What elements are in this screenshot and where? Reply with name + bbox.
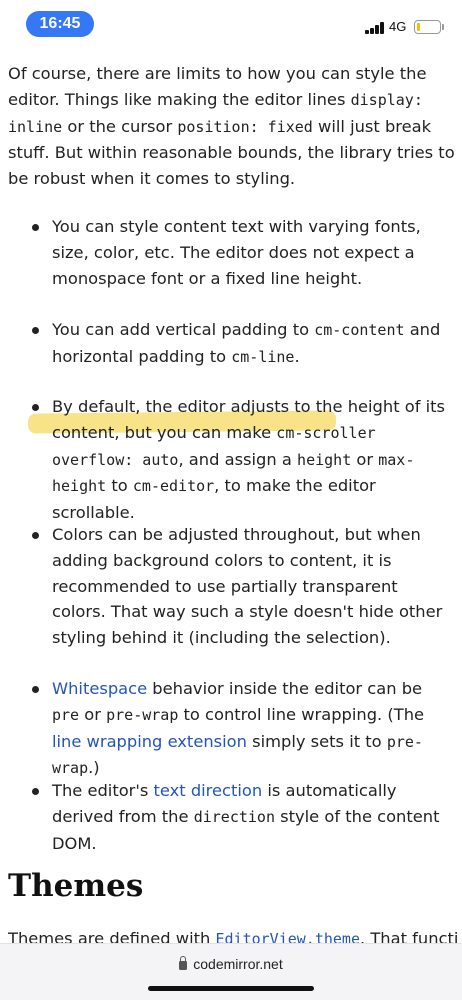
signal-icon: [365, 22, 385, 34]
status-time: 16:45: [26, 11, 94, 37]
inline-code: height: [297, 450, 352, 469]
list-item: You can add vertical padding to cm-conte…: [32, 317, 452, 371]
battery-tip-icon: [442, 24, 444, 30]
status-bar: 16:45 4G: [0, 0, 462, 52]
inline-code: direction: [193, 807, 275, 826]
url-text: codemirror.net: [193, 956, 283, 972]
list-item: The editor's text direction is automatic…: [32, 778, 452, 856]
inline-code: cm-line: [231, 347, 295, 366]
inline-code: cm-scroller: [276, 423, 376, 442]
list-item: Colors can be adjusted throughout, but w…: [32, 522, 452, 651]
list-item: You can style content text with varying …: [32, 214, 452, 291]
url-bar[interactable]: codemirror.net: [0, 943, 462, 1000]
list-item: Whitespace behavior inside the editor ca…: [32, 676, 452, 782]
inline-code: cm-content: [314, 321, 405, 339]
battery-level: [417, 23, 420, 31]
text-direction-link[interactable]: text direction: [154, 781, 263, 800]
home-indicator[interactable]: [148, 986, 314, 991]
inline-code: pre: [52, 705, 80, 724]
intro-paragraph: Of course, there are limits to how you c…: [8, 64, 455, 189]
whitespace-link[interactable]: Whitespace: [52, 679, 147, 698]
lock-icon: [179, 956, 188, 970]
url-display[interactable]: codemirror.net: [0, 956, 462, 972]
inline-code: pre-wrap: [106, 705, 179, 724]
network-type: 4G: [389, 19, 407, 34]
inline-code: cm-editor: [132, 477, 215, 496]
list-item: By default, the editor adjusts to the he…: [32, 394, 452, 526]
themes-heading: Themes: [8, 868, 144, 904]
line-wrapping-extension-link[interactable]: line wrapping extension: [52, 732, 247, 751]
battery-icon: [414, 20, 441, 34]
inline-code: position: fixed: [177, 117, 313, 136]
inline-code: overflow: auto: [52, 450, 179, 469]
